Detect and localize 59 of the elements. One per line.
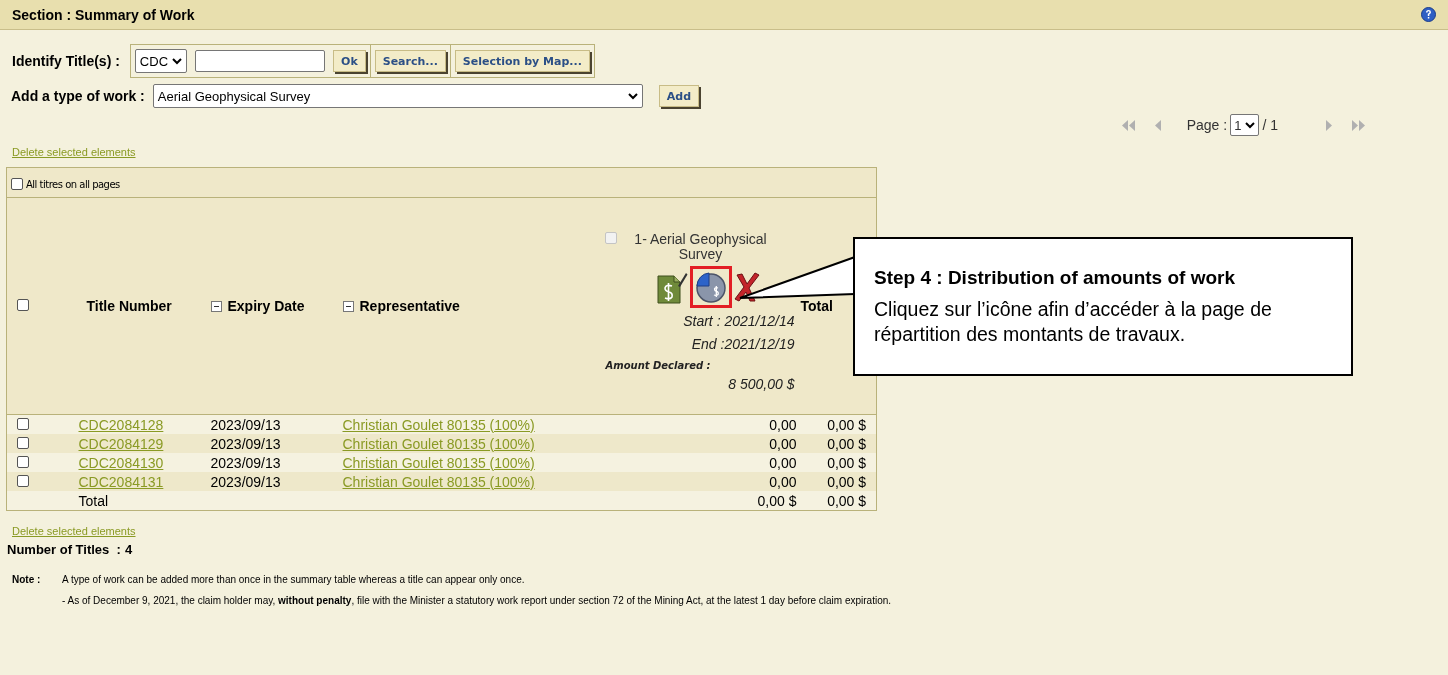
help-icon[interactable]	[1421, 7, 1436, 22]
total-cell: 0,00 $	[827, 492, 867, 509]
collapse-icon[interactable]	[210, 300, 222, 312]
checkbox[interactable]	[17, 474, 29, 487]
callout-title: Step 4 : Distribution of amounts of work	[874, 267, 1236, 289]
identify-label: Identify Title(s) :	[12, 53, 120, 69]
note-text: A type of work can be added more than once in the summary table whereas a title can appear only once.	[62, 574, 526, 585]
all-titles-label: All titres on all pages	[26, 178, 120, 190]
checkbox[interactable]	[17, 417, 29, 430]
amount-declared-label: Amount Declared :	[605, 360, 712, 371]
start-date: Start : 2021/12/14	[682, 312, 795, 331]
add-button[interactable]: Add	[658, 85, 700, 107]
page-select[interactable]: 1	[1230, 114, 1260, 136]
expiry-date: 2023/09/13	[210, 416, 281, 433]
total-cell: 0,00 $	[827, 435, 867, 452]
page-label: Page :	[1186, 117, 1228, 133]
expiry-date: 2023/09/13	[210, 454, 281, 471]
page-total: / 1	[1262, 117, 1278, 133]
titles-count-label: Number of Titles :	[7, 542, 121, 557]
column-header: Total	[800, 298, 833, 314]
amount-declared: 8 500,00 $	[727, 375, 795, 394]
total-cell: 0,00 $	[827, 473, 867, 490]
collapse-icon[interactable]	[342, 300, 354, 312]
amount-cell: 0,00	[769, 473, 797, 490]
column-header[interactable]: Representative	[359, 298, 460, 314]
expiry-date: 2023/09/13	[210, 435, 281, 452]
amount-cell: 0,00 $	[757, 492, 797, 509]
callout-text: Cliquez sur l’icône afin d’accéder à la page de répartition des montants de travaux.	[874, 297, 1273, 347]
form-button[interactable]: Selection by Map...	[454, 50, 590, 72]
amount-cell: 0,00	[769, 454, 797, 471]
work-type-header: 1- Aerial Geophysical Survey	[633, 232, 768, 262]
amount-cell: 0,00	[769, 416, 797, 433]
checkbox[interactable]	[17, 298, 29, 311]
checkbox[interactable]	[11, 178, 23, 190]
work-type-select[interactable]: Aerial Geophysical Survey	[152, 84, 643, 108]
total-cell: 0,00 $	[827, 454, 867, 471]
title-input-field[interactable]	[195, 50, 326, 72]
expiry-date: 2023/09/13	[210, 473, 281, 490]
titles-count: 4	[124, 542, 133, 557]
chevron-icon	[172, 57, 183, 65]
end-date: End :2021/12/19	[690, 335, 795, 354]
section-title: Section : Summary of Work	[12, 6, 195, 23]
work-type-label: Add a type of work :	[11, 88, 145, 104]
delete-x-icon[interactable]	[733, 272, 760, 302]
chevron-icon	[1245, 121, 1256, 129]
checkbox[interactable]	[17, 455, 29, 468]
prefix-select[interactable]: CDC	[134, 49, 188, 73]
column-header[interactable]: Expiry Date	[227, 298, 305, 314]
note-text: - As of December 9, 2021, the claim holder may, without penalty, file with the Minister a statutory work report under section 72 of the Mining Act, at the latest 1 day before claim expiration.	[62, 595, 893, 606]
amount-cell: 0,00	[769, 435, 797, 452]
note-label: Note :	[11, 574, 42, 585]
form-button[interactable]: Search...	[374, 50, 446, 72]
chevron-icon	[627, 92, 638, 100]
total-cell: 0,00 $	[827, 416, 867, 433]
total-label: Total	[78, 492, 109, 509]
column-header[interactable]: Title Number	[86, 298, 172, 314]
checkbox[interactable]	[17, 436, 29, 449]
document-dollar-icon[interactable]	[655, 270, 688, 304]
form-button[interactable]: Ok	[333, 50, 366, 72]
